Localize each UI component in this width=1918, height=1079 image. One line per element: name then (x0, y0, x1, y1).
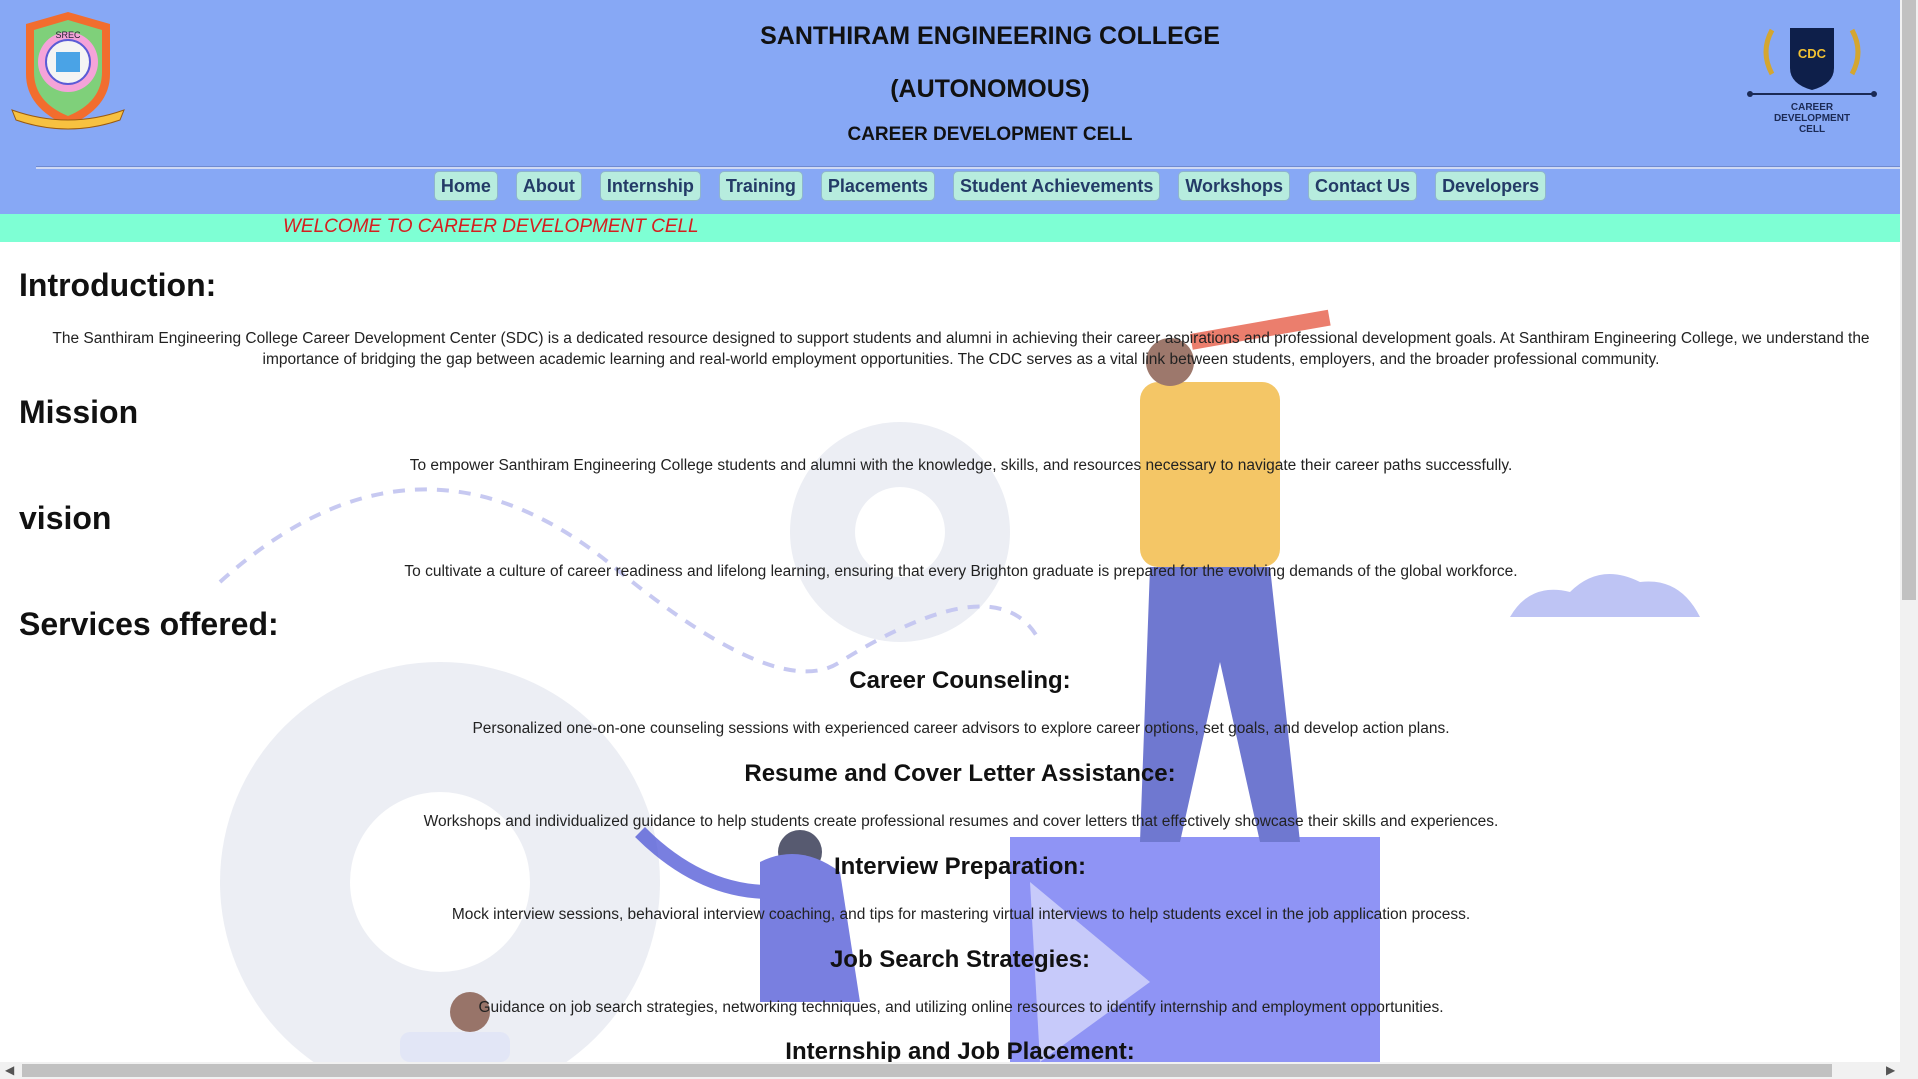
introduction-text: The Santhiram Engineering College Career… (52, 330, 1870, 368)
nav-about[interactable]: About (515, 171, 582, 201)
service-text: Mock interview sessions, behavioral inte… (451, 906, 1471, 923)
main-content: Introduction: The Santhiram Engineering … (0, 242, 1900, 1062)
vertical-scrollbar-thumb[interactable] (1902, 0, 1916, 600)
welcome-marquee: WELCOME TO CAREER DEVELOPMENT CELL (0, 214, 1900, 242)
scroll-right-icon[interactable]: ▶ (1886, 1063, 1895, 1077)
services-heading: Services offered: (19, 606, 279, 642)
cdc-logo-caption-1: CAREER (1791, 102, 1834, 113)
vision-text: To cultivate a culture of career readine… (404, 563, 1518, 580)
header-divider (36, 166, 1900, 169)
college-status: (AUTONOMOUS) (890, 75, 1090, 103)
service-title: Career Counseling: (849, 667, 1071, 694)
scroll-left-icon[interactable]: ◀ (5, 1063, 14, 1077)
department-name: CAREER DEVELOPMENT CELL (847, 124, 1133, 145)
nav-home[interactable]: Home (433, 171, 498, 201)
service-title: Job Search Strategies: (829, 946, 1091, 973)
nav-developers[interactable]: Developers (1435, 171, 1547, 201)
nav-training[interactable]: Training (718, 171, 803, 201)
service-text: Personalized one-on-one counseling sessi… (472, 720, 1450, 737)
horizontal-scrollbar-thumb[interactable] (22, 1064, 1832, 1077)
service-title: Internship and Job Placement: (785, 1038, 1135, 1062)
service-title: Resume and Cover Letter Assistance: (744, 760, 1176, 787)
service-title: Interview Preparation: (833, 853, 1087, 880)
vertical-scrollbar[interactable] (1900, 0, 1918, 1062)
nav-student-achievements[interactable]: Student Achievements (952, 171, 1161, 201)
welcome-marquee-text: WELCOME TO CAREER DEVELOPMENT CELL (283, 216, 699, 237)
cdc-logo-badge: CDC (1798, 46, 1827, 61)
horizontal-scrollbar[interactable]: ◀ ▶ (0, 1062, 1918, 1079)
college-name: SANTHIRAM ENGINEERING COLLEGE (760, 22, 1220, 50)
nav-workshops[interactable]: Workshops (1178, 171, 1291, 201)
nav-contact-us[interactable]: Contact Us (1308, 171, 1418, 201)
cdc-logo: CDC CAREER DEVELOPMENT CELL (1747, 28, 1877, 135)
introduction-heading: Introduction: (19, 267, 217, 303)
cdc-logo-caption-2: DEVELOPMENT (1774, 113, 1850, 124)
main-nav: Home About Internship Training Placement… (0, 171, 1900, 207)
service-text: Guidance on job search strategies, netwo… (478, 999, 1444, 1016)
vision-heading: vision (19, 500, 112, 536)
nav-placements[interactable]: Placements (820, 171, 935, 201)
service-text: Workshops and individualized guidance to… (423, 813, 1499, 830)
site-header: SREC SANTHIRAM ENGINEERING COLLEGE (AUTO… (0, 0, 1900, 214)
mission-heading: Mission (19, 394, 139, 430)
cdc-logo-caption-3: CELL (1799, 124, 1825, 135)
mission-text: To empower Santhiram Engineering College… (409, 457, 1513, 474)
nav-internship[interactable]: Internship (599, 171, 701, 201)
